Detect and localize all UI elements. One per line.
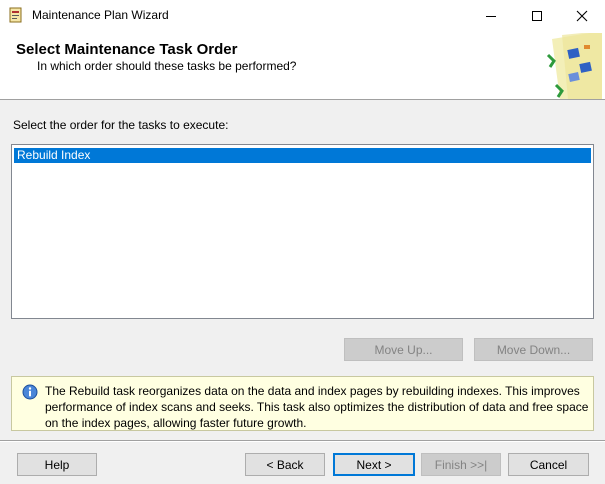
next-button[interactable]: Next > xyxy=(333,453,415,476)
maximize-icon xyxy=(532,10,542,21)
cancel-button[interactable]: Cancel xyxy=(508,453,589,476)
list-item-rebuild-index[interactable]: Rebuild Index xyxy=(14,148,591,163)
page-subtitle: In which order should these tasks be per… xyxy=(37,59,297,73)
minimize-icon xyxy=(486,15,496,17)
minimize-button[interactable] xyxy=(468,0,514,31)
task-description-box: The Rebuild task reorganizes data on the… xyxy=(11,376,594,431)
wizard-graphic-icon xyxy=(546,33,602,99)
footer-separator xyxy=(0,440,605,442)
finish-button[interactable]: Finish >>| xyxy=(421,453,501,476)
task-description-text: The Rebuild task reorganizes data on the… xyxy=(45,384,589,430)
maximize-button[interactable] xyxy=(514,0,560,31)
back-button[interactable]: < Back xyxy=(245,453,325,476)
close-button[interactable] xyxy=(559,0,605,31)
wizard-header: Select Maintenance Task Order In which o… xyxy=(0,31,605,100)
title-bar[interactable]: Maintenance Plan Wizard xyxy=(0,0,605,31)
wizard-app-icon[interactable] xyxy=(8,7,24,23)
close-icon xyxy=(576,10,588,21)
move-up-button[interactable]: Move Up... xyxy=(344,338,463,361)
move-down-button[interactable]: Move Down... xyxy=(474,338,593,361)
help-button[interactable]: Help xyxy=(17,453,97,476)
window-title: Maintenance Plan Wizard xyxy=(32,8,169,22)
page-title: Select Maintenance Task Order xyxy=(16,41,238,58)
task-order-list[interactable]: Rebuild Index xyxy=(11,144,594,319)
info-icon xyxy=(22,384,38,400)
task-order-instruction: Select the order for the tasks to execut… xyxy=(13,118,229,132)
